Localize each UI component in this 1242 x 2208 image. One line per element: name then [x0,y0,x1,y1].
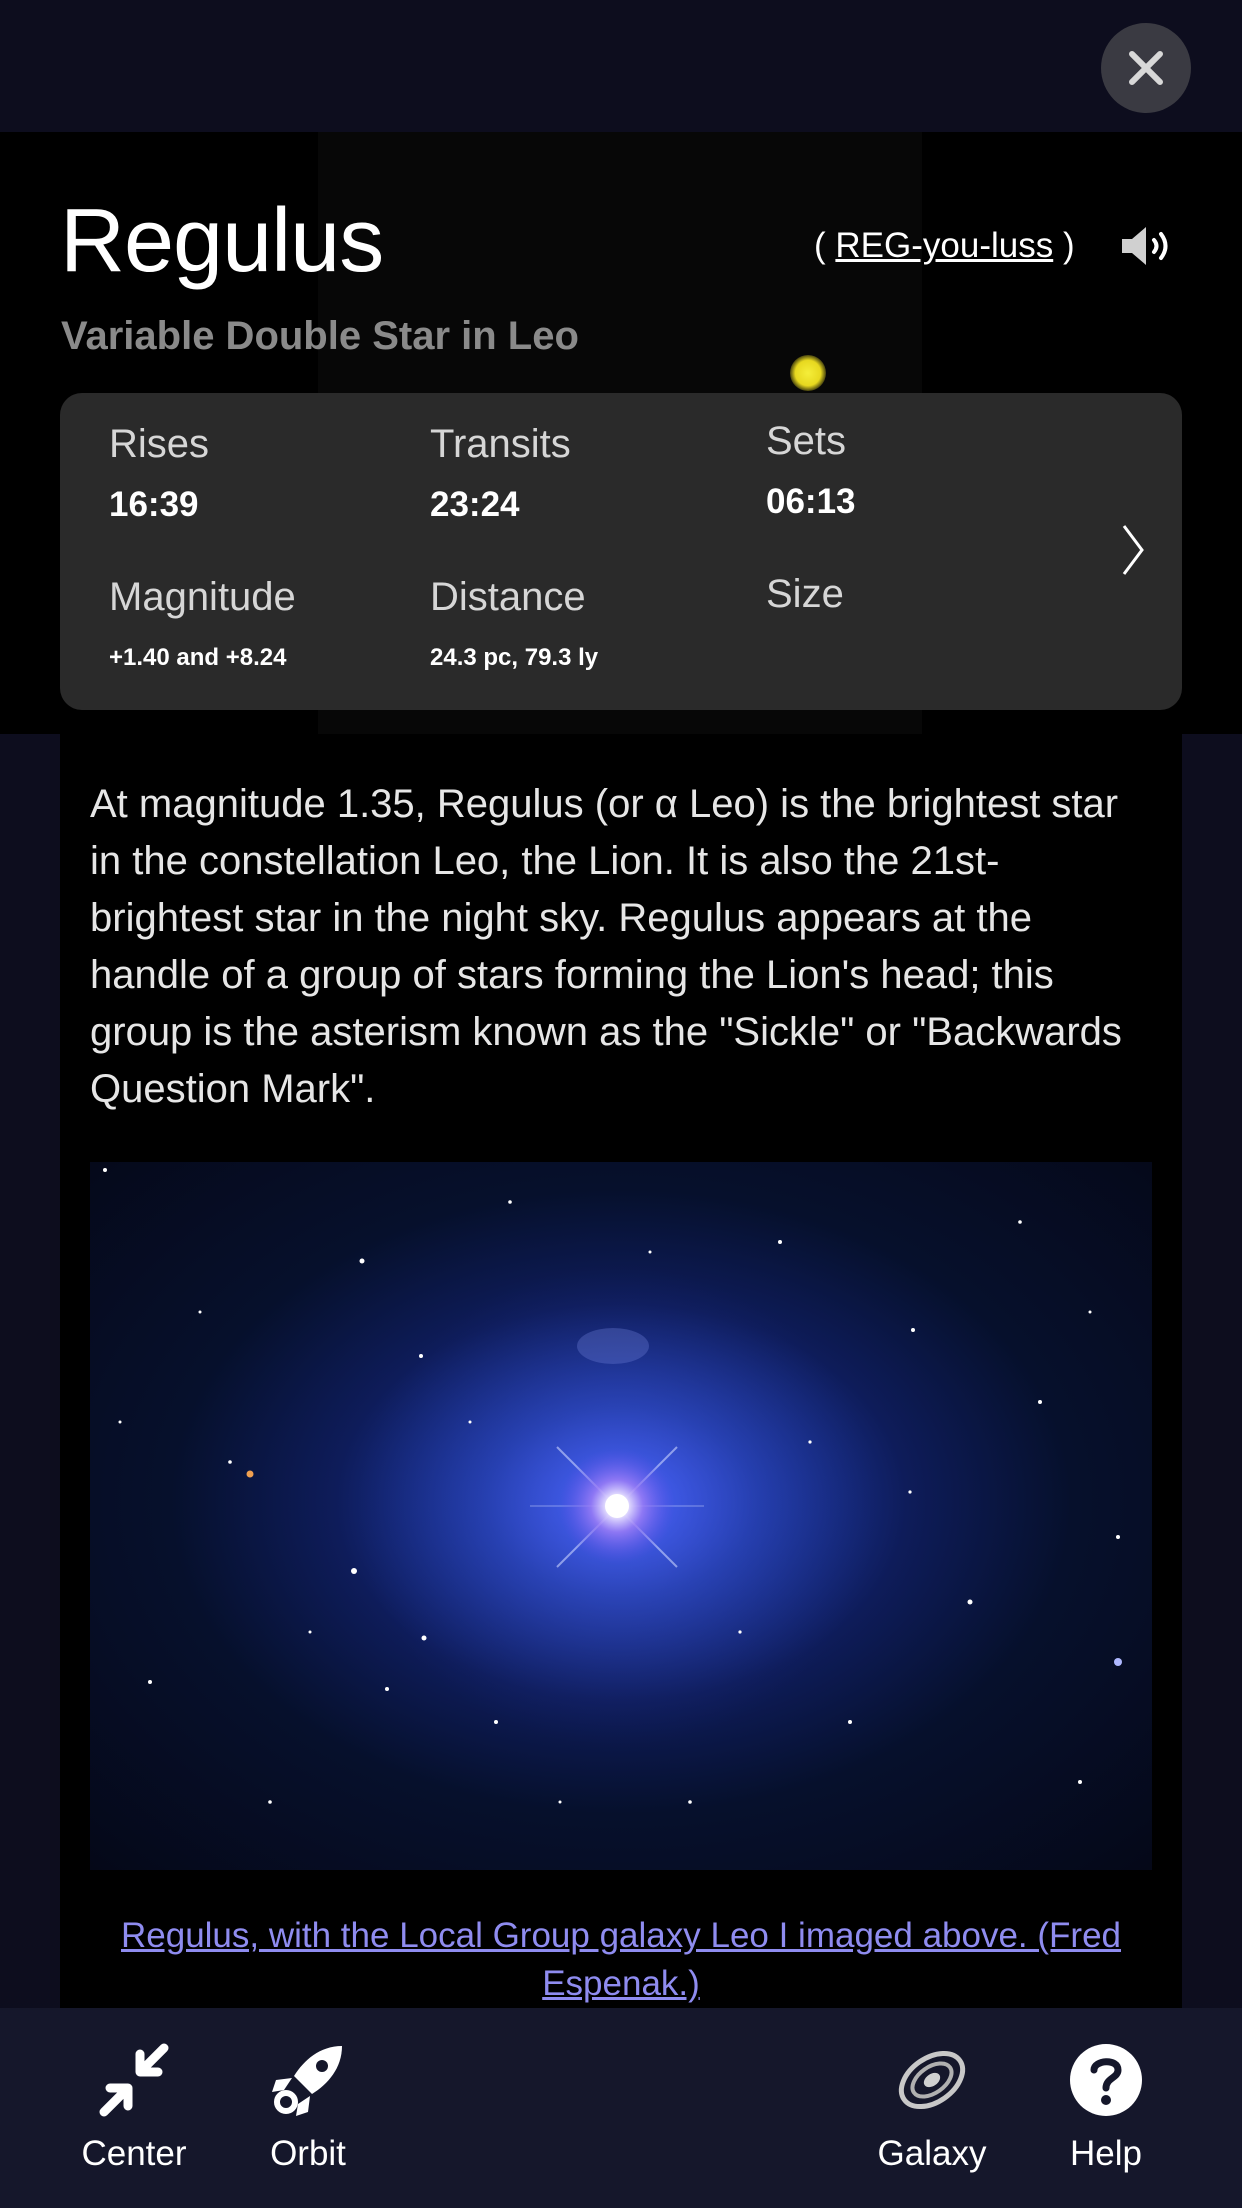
size-label: Size [766,572,844,616]
magnitude-cell: Magnitude +1.40 and +8.24 [109,575,296,672]
distance-label: Distance [430,575,586,619]
transits-label: Transits [430,422,571,466]
tab-center[interactable]: Center [54,2040,214,2174]
rocket-icon [272,2046,342,2116]
close-button[interactable] [1101,23,1191,113]
pronunciation: ( REG-you-luss ) [814,226,1075,266]
pronunciation-open-paren: ( [814,226,826,265]
galaxy-icon [898,2050,966,2110]
sets-cell: Sets 06:13 [766,419,856,522]
star-photo [90,1162,1152,1870]
page-subtitle: Variable Double Star in Leo [61,314,579,358]
sets-value: 06:13 [766,482,856,521]
pronunciation-close-paren: ) [1062,226,1075,265]
rises-value: 16:39 [109,485,199,524]
speaker-icon[interactable] [1120,224,1176,268]
tab-help[interactable]: Help [1026,2040,1186,2174]
size-cell: Size [766,572,844,617]
magnitude-label: Magnitude [109,575,296,619]
rises-cell: Rises 16:39 [109,422,209,525]
top-bar [0,0,1242,132]
transits-value: 23:24 [430,485,520,524]
transits-cell: Transits 23:24 [430,422,571,525]
help-icon [1070,2044,1142,2116]
distance-value: 24.3 pc, 79.3 ly [430,644,599,671]
pronunciation-link[interactable]: REG-you-luss [835,226,1053,265]
tab-help-label: Help [1070,2134,1142,2173]
tab-center-label: Center [81,2134,187,2173]
magnitude-value: +1.40 and +8.24 [109,644,287,671]
chevron-right-icon[interactable] [1118,522,1148,578]
tab-galaxy-label: Galaxy [877,2134,987,2173]
collapse-arrows-icon [99,2043,169,2117]
close-icon [1129,51,1163,85]
background-star [790,355,826,391]
page-title: Regulus [60,191,384,291]
tab-orbit[interactable]: Orbit [228,2040,388,2174]
rises-label: Rises [109,422,210,466]
star-photo-art [103,1168,1122,1804]
tab-galaxy[interactable]: Galaxy [852,2040,1012,2174]
photo-caption-link[interactable]: Regulus, with the Local Group galaxy Leo… [90,1912,1152,2008]
tab-orbit-label: Orbit [270,2134,346,2173]
distance-cell: Distance 24.3 pc, 79.3 ly [430,575,598,672]
sets-label: Sets [766,419,847,463]
description-text: At magnitude 1.35, Regulus (or α Leo) is… [90,782,1122,1111]
